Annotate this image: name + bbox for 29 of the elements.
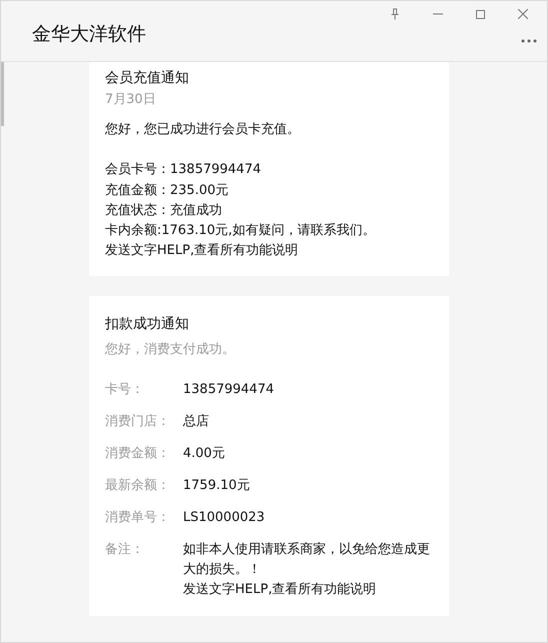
greeting-text: 您好，您已成功进行会员卡充值。 — [105, 121, 301, 139]
message-line: 卡内余额:1763.10元,如有疑问，请联系我们。 — [105, 222, 376, 240]
more-icon[interactable] — [521, 39, 537, 43]
field-value: 发送文字HELP,查看所有功能说明 — [183, 580, 378, 599]
window-title: 金华大洋软件 — [32, 22, 146, 47]
field-label: 消费金额： — [105, 444, 171, 463]
message-line: 充值状态：充值成功 — [105, 202, 223, 220]
card-title: 会员充值通知 — [105, 69, 190, 88]
close-icon[interactable] — [518, 9, 528, 19]
message-line: 充值金额：235.00元 — [105, 182, 230, 200]
message-line: 会员卡号：13857994474 — [105, 161, 262, 180]
field-value: 13857994474 — [183, 380, 275, 399]
field-value: 如非本人使用请联系商家，以免给您造成更大的损失。！ — [183, 540, 431, 579]
field-value: 1759.10元 — [183, 476, 251, 495]
field-value: LS10000023 — [183, 508, 266, 527]
message-date: 7月30日 — [105, 91, 157, 109]
pin-icon[interactable] — [390, 8, 400, 20]
maximize-icon[interactable] — [476, 10, 485, 18]
minimize-icon[interactable] — [433, 13, 443, 15]
field-label: 备注： — [105, 540, 145, 559]
field-value: 4.00元 — [183, 444, 226, 463]
field-value: 总店 — [183, 412, 210, 431]
field-label: 最新余额： — [105, 476, 171, 495]
field-label: 消费单号： — [105, 508, 171, 527]
field-label: 消费门店： — [105, 412, 171, 431]
message-line: 发送文字HELP,查看所有功能说明 — [105, 242, 300, 260]
greeting-text: 您好，消费支付成功。 — [105, 340, 236, 359]
card-title: 扣款成功通知 — [105, 314, 190, 334]
field-label: 卡号： — [105, 380, 145, 399]
